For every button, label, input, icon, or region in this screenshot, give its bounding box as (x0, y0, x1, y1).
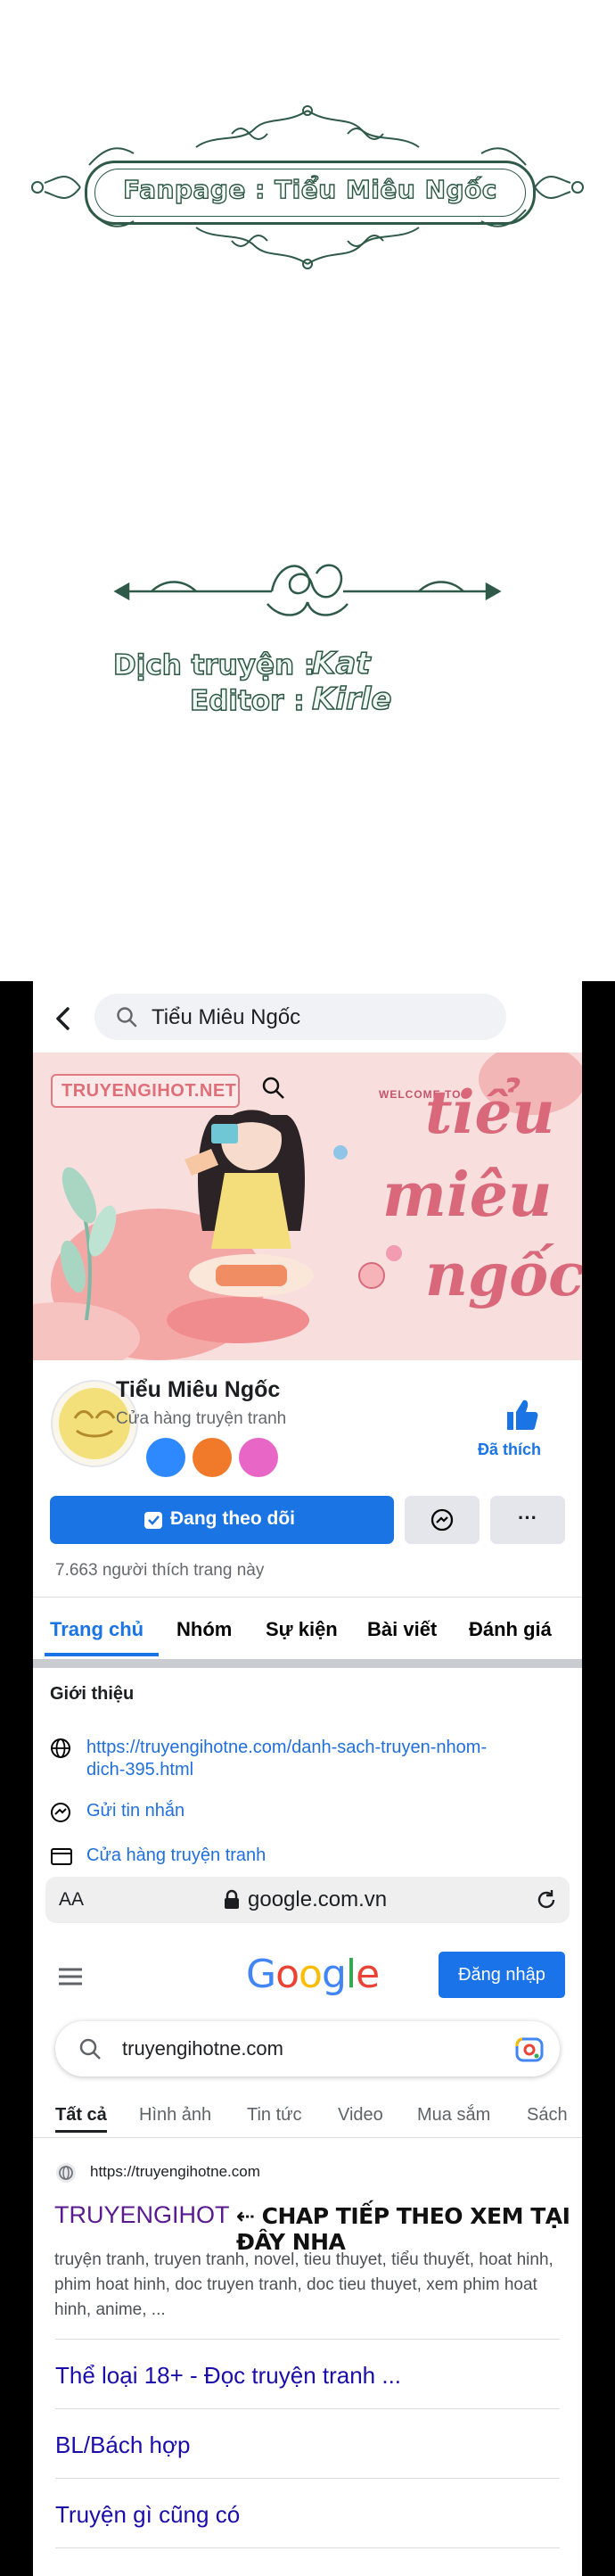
editor-label: Editor : (189, 684, 305, 718)
gtab-books[interactable]: Sách (527, 2105, 568, 2126)
search-icon (117, 1007, 137, 1028)
sign-in-button[interactable]: Đăng nhập (439, 1952, 565, 1998)
website-link-line1[interactable]: https://truyengihotne.com/danh-sach-truy… (86, 1737, 487, 1759)
page-name: Tiểu Miêu Ngốc (116, 1377, 281, 1402)
divider (33, 1597, 582, 1598)
thumbs-up-icon[interactable] (504, 1397, 539, 1432)
lock-icon (225, 1889, 239, 1909)
like-status-label[interactable]: Đã thích (478, 1441, 541, 1459)
cover-watermark-text: TRUYENGIHOT.NET (62, 1081, 237, 1101)
badge-messenger-icon (146, 1438, 185, 1477)
right-black-bar (582, 981, 615, 2576)
flourish-divider-icon (113, 564, 502, 616)
globe-icon (51, 1738, 70, 1758)
phone-screenshot: Tiểu Miêu Ngốc TRUYENGIHOT.NET WELCOME T… (0, 981, 615, 2576)
editor-name: Kirle (311, 681, 392, 718)
badge-shop-icon (193, 1438, 232, 1477)
tab-home[interactable]: Trang chủ (50, 1618, 144, 1641)
back-arrow-icon[interactable] (53, 1006, 73, 1031)
tab-groups[interactable]: Nhóm (176, 1618, 232, 1641)
google-query: truyengihotne.com (122, 2037, 283, 2060)
result-url[interactable]: https://truyengihotne.com (90, 2163, 260, 2181)
cover-word-2: miêu (382, 1160, 553, 1231)
search-query: Tiểu Miêu Ngốc (152, 1005, 301, 1029)
sitelink-divider (55, 2408, 560, 2409)
google-search-box[interactable]: truyengihotne.com (55, 2021, 560, 2076)
result-snippet: truyện tranh, truyen tranh, novel, tieu … (54, 2250, 554, 2319)
messenger-outline-icon (51, 1803, 70, 1822)
google-logo[interactable]: Google (246, 1952, 380, 1997)
messenger-icon (430, 1508, 454, 1532)
gtab-video[interactable]: Video (338, 2105, 383, 2126)
cover-watermark-badge: TRUYENGIHOT.NET (51, 1074, 240, 1108)
sitelink-divider (55, 2547, 560, 2548)
tab-reviews[interactable]: Đánh giá (469, 1618, 552, 1641)
check-calendar-icon (144, 1512, 162, 1529)
translator-name: Kat (311, 645, 371, 682)
cover-word-1: tiểu (425, 1077, 555, 1147)
left-black-bar (0, 981, 33, 2576)
sitelink-divider (55, 2339, 560, 2340)
gtab-active-underline (55, 2130, 107, 2133)
following-label: Đang theo dõi (170, 1508, 295, 1529)
intro-heading: Giới thiệu (50, 1684, 135, 1704)
website-link-line2[interactable]: dich-395.html (86, 1759, 193, 1781)
sitelink-1[interactable]: Thể loại 18+ - Đọc truyện tranh ... (55, 2362, 401, 2390)
sitelink-3[interactable]: Truyện gì cũng có (55, 2501, 240, 2529)
result-title-link[interactable]: TRUYENGIHOT (54, 2201, 230, 2229)
messenger-button[interactable] (405, 1496, 480, 1544)
search-icon (79, 2038, 101, 2060)
facebook-search-bar[interactable]: Tiểu Miêu Ngốc (94, 994, 506, 1040)
storefront-icon (51, 1848, 72, 1865)
translator-label: Dịch truyện : (112, 648, 316, 682)
tab-posts[interactable]: Bài viết (367, 1618, 437, 1641)
globe-favicon-icon (56, 2163, 76, 2183)
gtab-shopping[interactable]: Mua sắm (417, 2105, 490, 2126)
reload-icon[interactable] (535, 1888, 558, 1911)
hamburger-menu-icon[interactable] (57, 1966, 84, 1987)
section-separator (33, 1659, 582, 1668)
category-link[interactable]: Cửa hàng truyện tranh (86, 1845, 266, 1867)
sign-in-label: Đăng nhập (458, 1965, 545, 1985)
badge-notes-icon (239, 1438, 278, 1477)
cover-word-3: ngốc (425, 1240, 582, 1309)
credits-panel: Fanpage : Tiểu Miêu Ngốc Dịch truyện : K… (0, 0, 615, 981)
divider (33, 2137, 582, 2138)
active-tab-underline (45, 1653, 159, 1656)
gtab-images[interactable]: Hình ảnh (139, 2105, 211, 2126)
sitelink-2[interactable]: BL/Bách hợp (55, 2432, 190, 2459)
more-dots-icon: ··· (518, 1507, 537, 1529)
reader-mode-button[interactable]: AA (59, 1889, 84, 1911)
page-category: Cửa hàng truyện tranh (116, 1409, 287, 1428)
address-domain: google.com.vn (248, 1887, 388, 1911)
tab-events[interactable]: Sự kiện (266, 1618, 338, 1641)
fanpage-label: Fanpage : Tiểu Miêu Ngốc (122, 174, 497, 204)
gtab-news[interactable]: Tin tức (247, 2105, 302, 2126)
following-button[interactable]: Đang theo dõi (50, 1496, 394, 1544)
more-options-button[interactable]: ··· (490, 1496, 565, 1544)
cover-photo[interactable]: TRUYENGIHOT.NET WELCOME TO tiểu miêu ngố… (33, 1053, 582, 1360)
cover-search-icon (262, 1077, 284, 1099)
send-message-link[interactable]: Gửi tin nhắn (86, 1800, 184, 1822)
likes-count: 7.663 người thích trang này (55, 1561, 265, 1580)
google-lens-icon[interactable] (515, 2035, 544, 2062)
sitelink-divider (55, 2478, 560, 2479)
gtab-all[interactable]: Tất cả (55, 2105, 107, 2126)
